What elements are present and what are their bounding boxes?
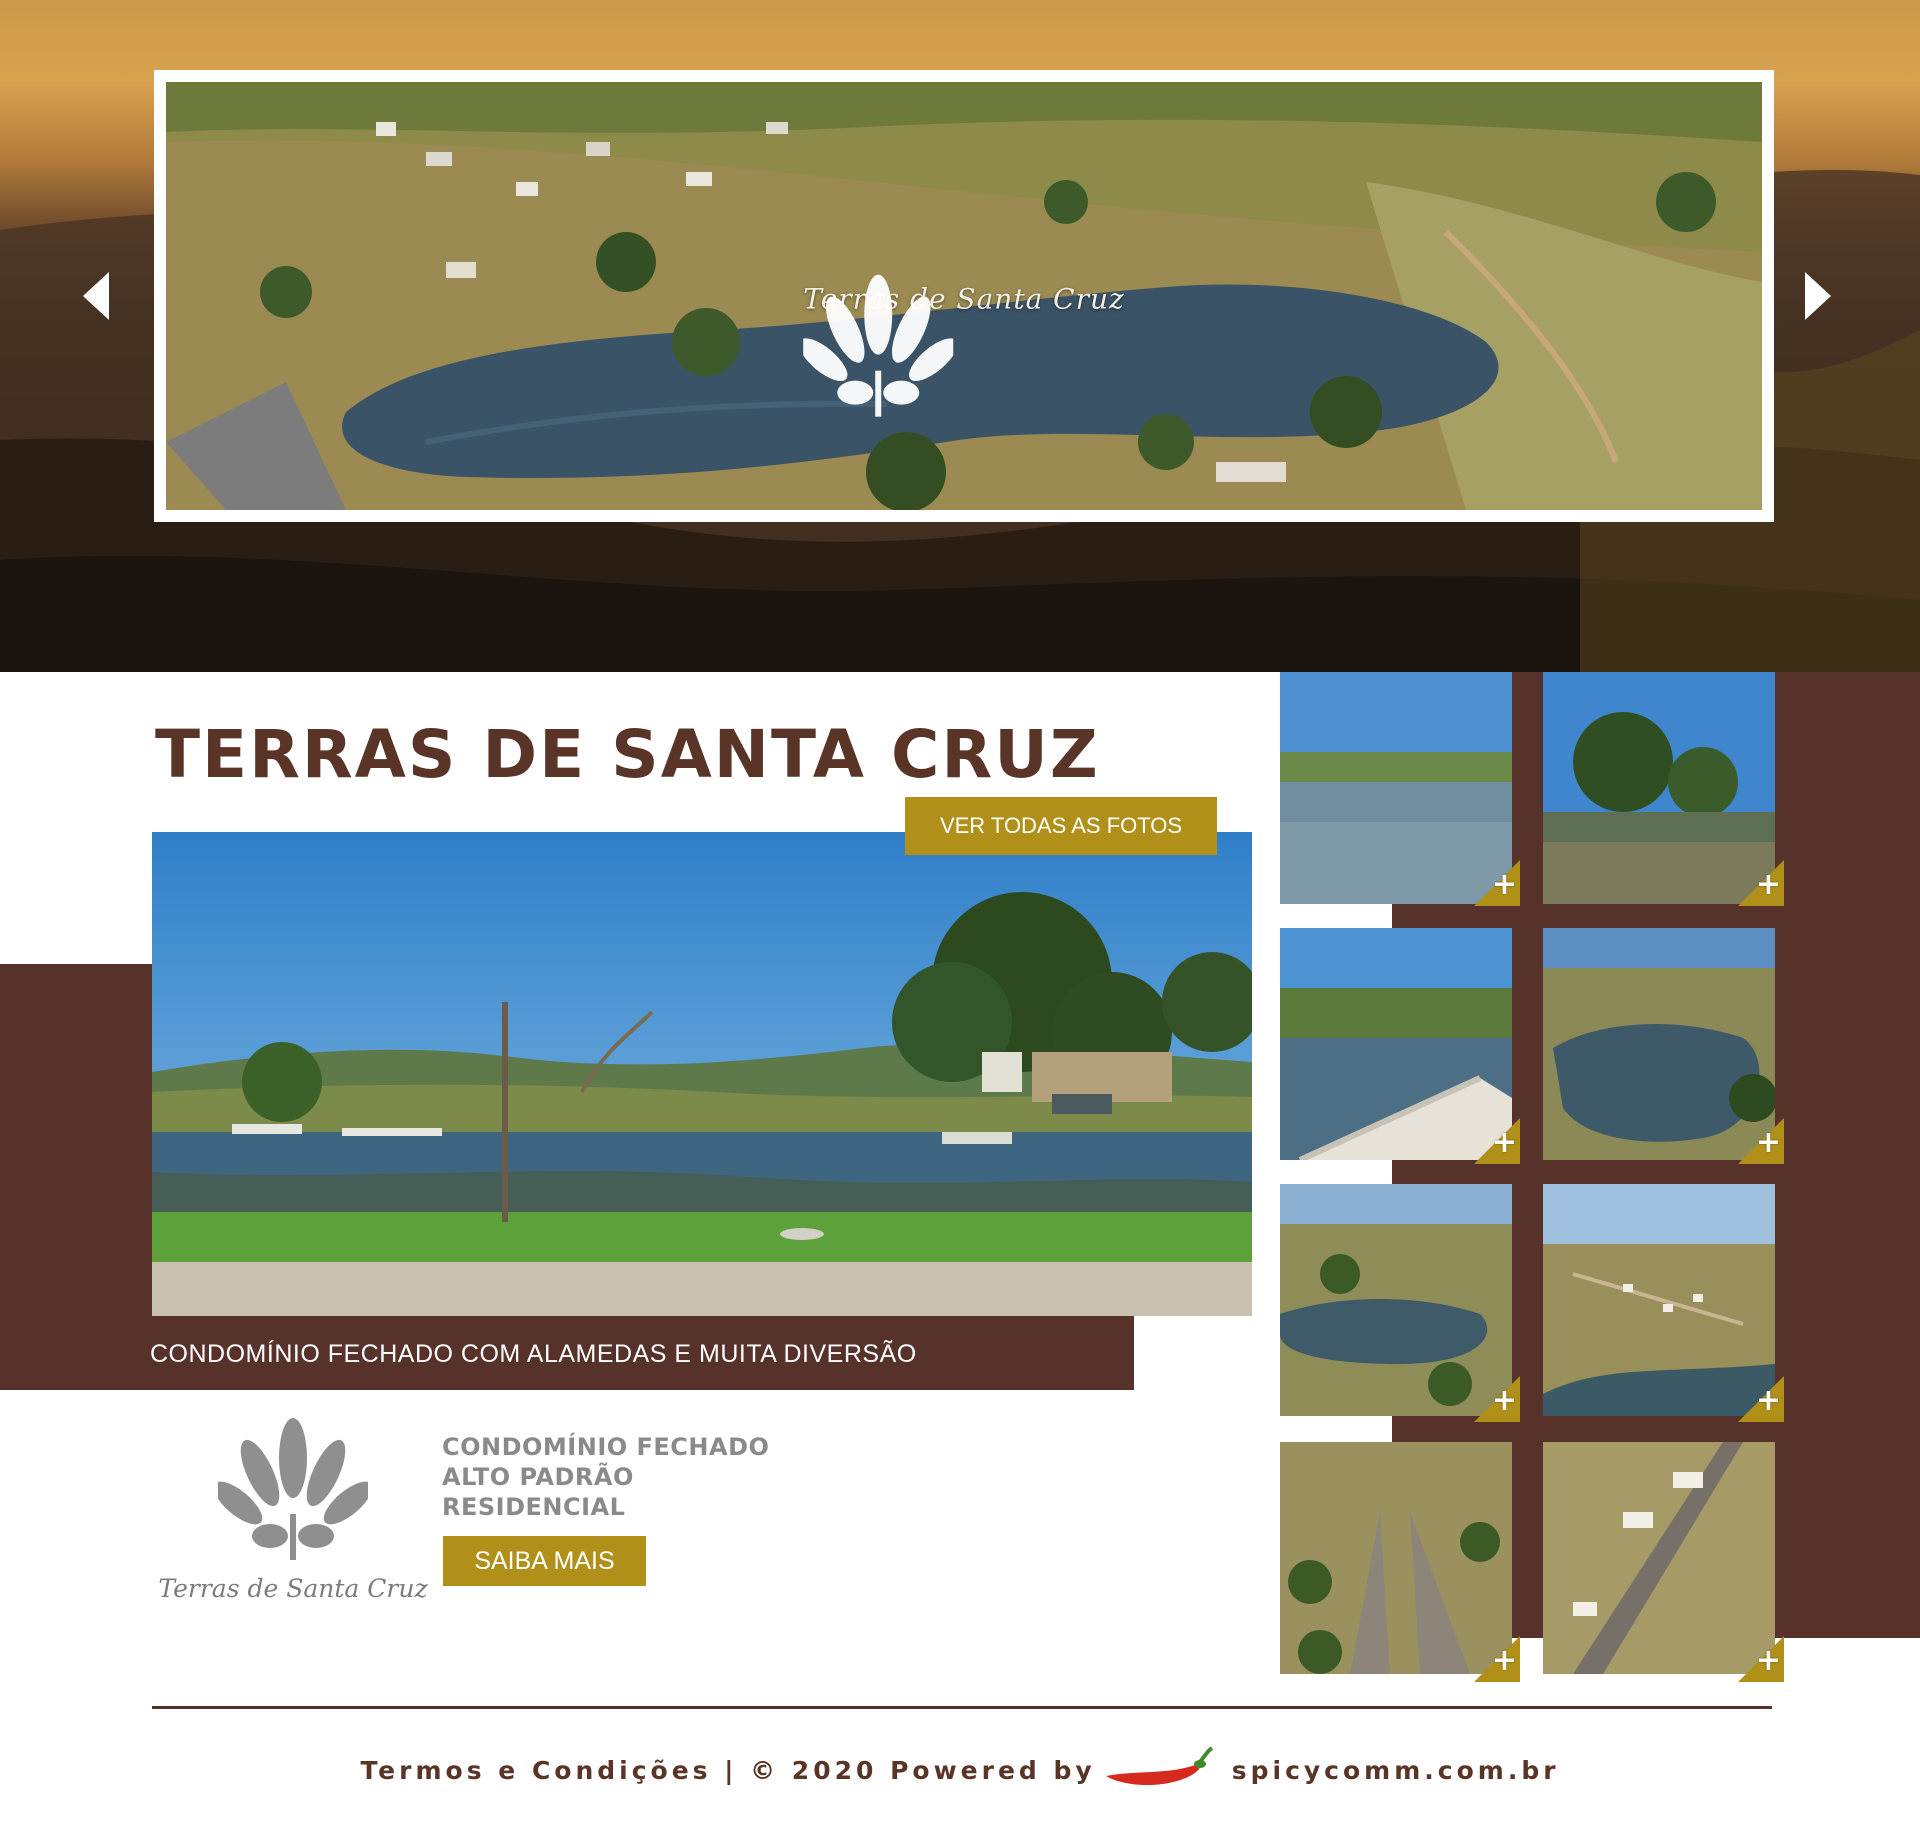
- expand-plus-icon[interactable]: +: [1738, 860, 1784, 906]
- plus-icon: +: [1491, 1643, 1517, 1678]
- learn-more-button[interactable]: SAIBA MAIS: [443, 1536, 646, 1586]
- footer: Termos e Condições | © 2020 Powered by s…: [0, 1746, 1920, 1794]
- shell-logo-icon: [218, 1418, 368, 1560]
- expand-plus-icon[interactable]: +: [1738, 1636, 1784, 1682]
- hero-slide-aerial-lake: Terras de Santa Cruz: [166, 82, 1762, 510]
- slider-prev-button[interactable]: [78, 268, 114, 324]
- plus-icon: +: [1491, 867, 1517, 902]
- info-description: CONDOMÍNIO FECHADO ALTO PADRÃO RESIDENCI…: [442, 1432, 769, 1522]
- arrow-left-icon: [83, 272, 109, 320]
- arrow-right-icon: [1805, 272, 1831, 320]
- footer-divider: [152, 1706, 1772, 1709]
- footer-site-link[interactable]: spicycomm.com.br: [1232, 1756, 1560, 1785]
- info-line-1: CONDOMÍNIO FECHADO: [442, 1433, 770, 1461]
- info-logo-text: Terras de Santa Cruz: [158, 1574, 428, 1603]
- plus-icon: +: [1755, 1125, 1781, 1160]
- plus-icon: +: [1491, 1125, 1517, 1160]
- hero-logo: Terras de Santa Cruz: [803, 274, 1125, 417]
- hero-banner: Terras de Santa Cruz: [0, 0, 1920, 672]
- info-line-2: ALTO PADRÃO: [442, 1463, 634, 1491]
- plus-icon: +: [1491, 1383, 1517, 1418]
- info-line-3: RESIDENCIAL: [442, 1493, 626, 1521]
- expand-plus-icon[interactable]: +: [1474, 860, 1520, 906]
- footer-terms-text[interactable]: Termos e Condições | © 2020 Powered by: [360, 1756, 1095, 1785]
- slider-next-button[interactable]: [1800, 268, 1836, 324]
- expand-plus-icon[interactable]: +: [1738, 1118, 1784, 1164]
- plus-icon: +: [1755, 1643, 1781, 1678]
- main-photo[interactable]: [152, 832, 1252, 1316]
- plus-icon: +: [1755, 1383, 1781, 1418]
- pepper-icon: [1105, 1746, 1213, 1786]
- page-title: TERRAS DE SANTA CRUZ: [155, 716, 1100, 793]
- expand-plus-icon[interactable]: +: [1474, 1376, 1520, 1422]
- expand-plus-icon[interactable]: +: [1738, 1376, 1784, 1422]
- info-logo: Terras de Santa Cruz: [158, 1418, 428, 1618]
- hero-slider[interactable]: Terras de Santa Cruz: [154, 70, 1774, 522]
- expand-plus-icon[interactable]: +: [1474, 1118, 1520, 1164]
- plus-icon: +: [1755, 867, 1781, 902]
- main-caption: CONDOMÍNIO FECHADO COM ALAMEDAS E MUITA …: [150, 1340, 917, 1368]
- shell-logo-icon: [803, 274, 954, 417]
- expand-plus-icon[interactable]: +: [1474, 1636, 1520, 1682]
- lake-panorama-image: [152, 832, 1252, 1316]
- view-all-photos-button[interactable]: VER TODAS AS FOTOS: [905, 797, 1217, 855]
